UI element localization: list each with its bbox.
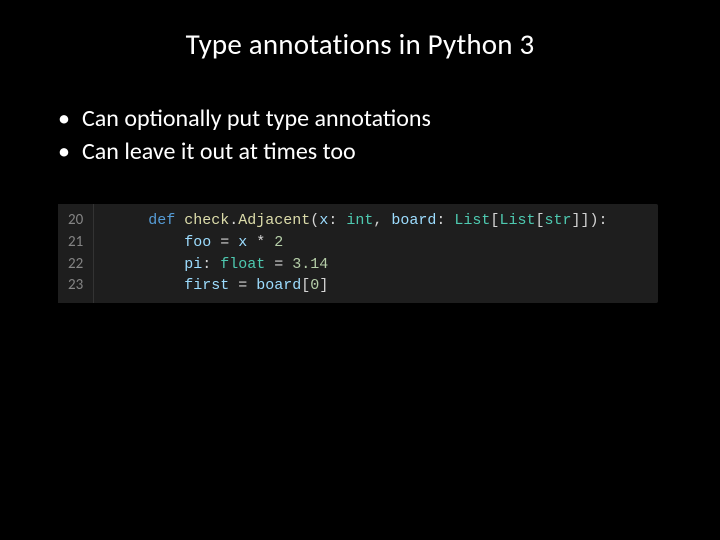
bullet-item: Can optionally put type annotations [56, 102, 670, 135]
code-token: = [265, 256, 292, 273]
code-token: ( [310, 212, 319, 229]
code-token: * [247, 234, 274, 251]
code-token: board [256, 277, 301, 294]
code-gutter: 20212223 [58, 204, 94, 303]
code-token: ] [319, 277, 328, 294]
code-token: float [220, 256, 265, 273]
line-number: 21 [68, 232, 83, 254]
code-content: def check.Adjacent(x: int, board: List[L… [94, 204, 621, 303]
code-token: = [211, 234, 238, 251]
bullet-item: Can leave it out at times too [56, 135, 670, 168]
code-token: List [499, 212, 535, 229]
code-token: ]]): [571, 212, 607, 229]
code-line: def check.Adjacent(x: int, board: List[L… [112, 210, 607, 232]
code-token: first [184, 277, 229, 294]
line-number: 23 [68, 275, 83, 297]
code-token: str [544, 212, 571, 229]
code-token: 2 [274, 234, 283, 251]
code-block: 20212223 def check.Adjacent(x: int, boar… [58, 204, 658, 303]
code-token: foo [184, 234, 211, 251]
code-token: Adjacent [238, 212, 310, 229]
code-token: pi [184, 256, 202, 273]
code-token: x [319, 212, 328, 229]
code-token: int [346, 212, 373, 229]
code-token: List [454, 212, 490, 229]
code-token: board [391, 212, 436, 229]
code-token: check [184, 212, 229, 229]
code-token: . [229, 212, 238, 229]
slide: Type annotations in Python 3 Can optiona… [0, 0, 720, 540]
bullet-list: Can optionally put type annotations Can … [56, 102, 670, 168]
code-token: def [148, 212, 184, 229]
code-token: 0 [310, 277, 319, 294]
code-line: first = board[0] [112, 275, 607, 297]
line-number: 20 [68, 210, 83, 232]
line-number: 22 [68, 254, 83, 276]
code-token: : [436, 212, 454, 229]
code-token: : [328, 212, 346, 229]
code-token: [ [301, 277, 310, 294]
slide-title: Type annotations in Python 3 [50, 26, 670, 62]
code-token: 3.14 [292, 256, 328, 273]
code-token: : [202, 256, 220, 273]
code-token: , [373, 212, 391, 229]
code-line: foo = x * 2 [112, 232, 607, 254]
code-token: x [238, 234, 247, 251]
code-line: pi: float = 3.14 [112, 254, 607, 276]
code-token: = [229, 277, 256, 294]
